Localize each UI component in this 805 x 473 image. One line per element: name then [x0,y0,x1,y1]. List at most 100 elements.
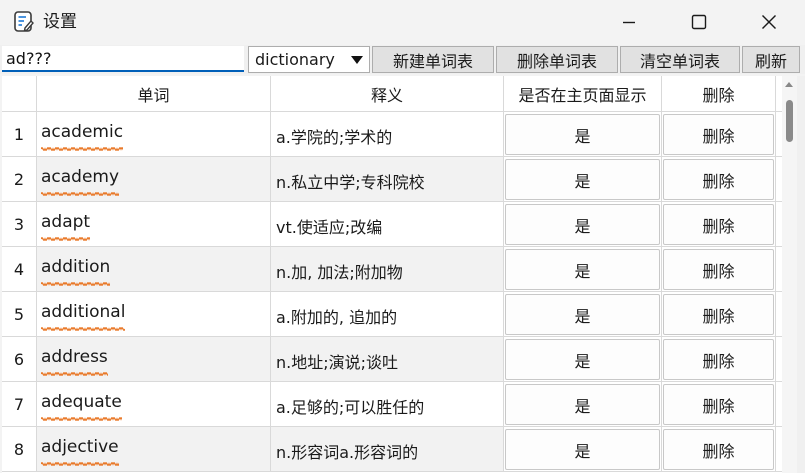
word-text: academy [41,167,119,196]
show-on-main-button[interactable]: 是 [505,339,660,380]
spellcheck-underline-icon [41,327,125,331]
title-bar[interactable]: 设置 [0,0,805,44]
definition-cell[interactable]: vt.使适应;改编 [271,202,504,247]
delete-word-button[interactable]: 删除 [663,114,774,155]
spellcheck-underline-icon [41,462,119,466]
word-text: address [41,347,108,376]
delete-cell: 删除 [662,112,776,157]
close-button[interactable] [734,0,804,44]
definition-cell[interactable]: n.地址;演说;谈吐 [271,337,504,382]
show-on-main-button[interactable]: 是 [505,429,660,470]
delete-word-button[interactable]: 删除 [663,384,774,425]
delete-word-button[interactable]: 删除 [663,294,774,335]
word-cell[interactable]: address [37,337,271,382]
delete-list-button[interactable]: 删除单词表 [496,46,618,73]
row-number[interactable]: 6 [2,337,37,382]
close-icon [762,15,776,29]
header-word[interactable]: 单词 [37,76,271,112]
word-cell[interactable]: adapt [37,202,271,247]
toolbar: dictionary 新建单词表 删除单词表 清空单词表 刷新 [0,45,805,74]
header-show-on-main[interactable]: 是否在主页面显示 [504,76,662,112]
search-input[interactable] [2,46,244,72]
spellcheck-underline-icon [41,192,119,196]
scroll-up-arrow-icon[interactable] [785,82,793,87]
delete-cell: 删除 [662,427,776,472]
show-on-main-button[interactable]: 是 [505,294,660,335]
definition-cell[interactable]: a.学院的;学术的 [271,112,504,157]
notepad-pen-icon [14,11,34,32]
header-delete[interactable]: 删除 [662,76,776,112]
minimize-button[interactable] [594,0,664,44]
delete-cell: 删除 [662,202,776,247]
show-on-main-button[interactable]: 是 [505,204,660,245]
row-number[interactable]: 3 [2,202,37,247]
vertical-scrollbar[interactable] [782,76,797,473]
delete-word-button[interactable]: 删除 [663,429,774,470]
spellcheck-underline-icon [41,417,122,421]
row-number[interactable]: 2 [2,157,37,202]
new-list-button[interactable]: 新建单词表 [372,46,494,73]
delete-word-button[interactable]: 删除 [663,249,774,290]
scrollbar-thumb[interactable] [786,100,793,142]
table-row[interactable]: 7 adequate a.足够的;可以胜任的 是删除 [2,382,782,427]
delete-word-button[interactable]: 删除 [663,159,774,200]
header-definition[interactable]: 释义 [271,76,504,112]
triangle-down-icon [351,56,363,64]
word-text: adjective [41,437,119,466]
show-cell: 是 [504,157,662,202]
show-on-main-button[interactable]: 是 [505,114,660,155]
definition-text: a.足够的;可以胜任的 [276,398,425,417]
word-text: adapt [41,212,90,241]
table-row[interactable]: 6 address n.地址;演说;谈吐 是删除 [2,337,782,382]
delete-cell: 删除 [662,337,776,382]
word-cell[interactable]: addition [37,247,271,292]
clear-list-button[interactable]: 清空单词表 [620,46,740,73]
definition-cell[interactable]: n.私立中学;专科院校 [271,157,504,202]
word-text: addition [41,257,110,286]
table-row[interactable]: 1 academic a.学院的;学术的 是删除 [2,112,782,157]
row-number[interactable]: 8 [2,427,37,472]
word-cell[interactable]: adjective [37,427,271,472]
show-cell: 是 [504,292,662,337]
definition-cell[interactable]: a.附加的, 追加的 [271,292,504,337]
row-number[interactable]: 4 [2,247,37,292]
table-row[interactable]: 4 addition n.加, 加法;附加物 是删除 [2,247,782,292]
spellcheck-underline-icon [41,147,123,151]
show-cell: 是 [504,202,662,247]
definition-text: a.学院的;学术的 [276,128,393,147]
show-on-main-button[interactable]: 是 [505,159,660,200]
word-cell[interactable]: additional [37,292,271,337]
definition-cell[interactable]: n.形容词a.形容词的 [271,427,504,472]
window-edge [797,76,805,473]
show-on-main-button[interactable]: 是 [505,249,660,290]
header-corner [2,76,37,112]
definition-cell[interactable]: a.足够的;可以胜任的 [271,382,504,427]
table-row[interactable]: 8 adjective n.形容词a.形容词的 是删除 [2,427,782,472]
word-cell[interactable]: academic [37,112,271,157]
dictionary-select[interactable]: dictionary [248,46,370,73]
show-cell: 是 [504,112,662,157]
word-text: additional [41,302,125,331]
word-cell[interactable]: adequate [37,382,271,427]
definition-text: vt.使适应;改编 [276,218,383,237]
definition-text: n.加, 加法;附加物 [276,263,403,282]
table-row[interactable]: 5 additional a.附加的, 追加的 是删除 [2,292,782,337]
maximize-icon [691,14,707,30]
word-cell[interactable]: academy [37,157,271,202]
definition-cell[interactable]: n.加, 加法;附加物 [271,247,504,292]
definition-text: n.地址;演说;谈吐 [276,353,399,372]
row-number[interactable]: 1 [2,112,37,157]
table-row[interactable]: 2 academy n.私立中学;专科院校 是删除 [2,157,782,202]
delete-cell: 删除 [662,292,776,337]
refresh-button[interactable]: 刷新 [742,46,800,73]
table-row[interactable]: 3 adapt vt.使适应;改编 是删除 [2,202,782,247]
delete-word-button[interactable]: 删除 [663,204,774,245]
word-text: adequate [41,392,122,421]
delete-cell: 删除 [662,382,776,427]
delete-word-button[interactable]: 删除 [663,339,774,380]
row-number[interactable]: 7 [2,382,37,427]
row-number[interactable]: 5 [2,292,37,337]
show-on-main-button[interactable]: 是 [505,384,660,425]
delete-cell: 删除 [662,157,776,202]
maximize-button[interactable] [664,0,734,44]
